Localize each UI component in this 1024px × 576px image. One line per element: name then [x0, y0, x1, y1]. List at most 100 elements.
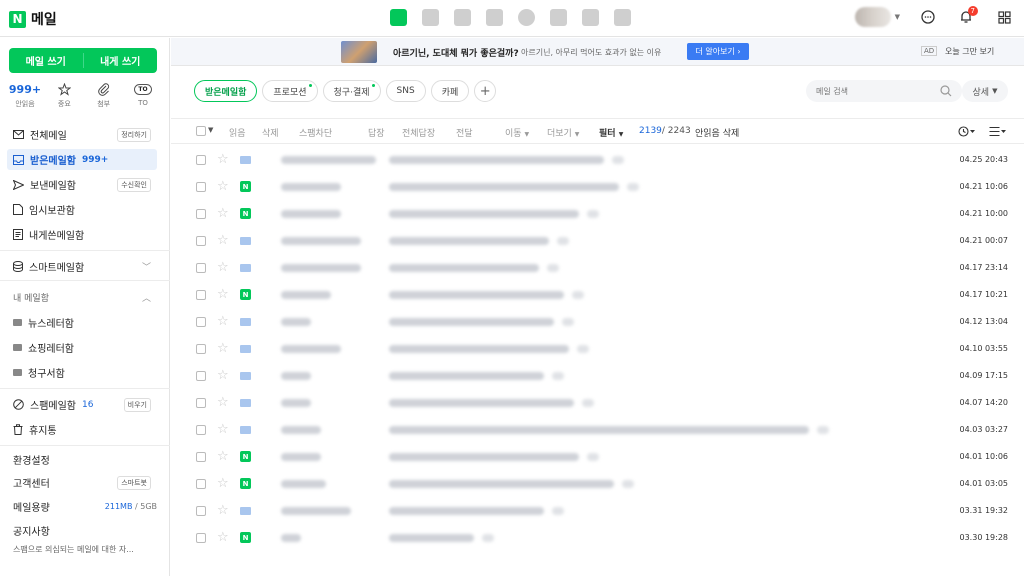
ad-learn-more-button[interactable]: 더 알아보기 › — [687, 43, 749, 60]
sender-redacted[interactable] — [281, 398, 311, 407]
mail-row[interactable]: ☆ 04.07 14:20 — [171, 389, 1024, 416]
star-icon[interactable]: ☆ — [217, 395, 229, 410]
office-app-icon[interactable] — [582, 9, 599, 26]
row-checkbox[interactable] — [196, 181, 206, 192]
star-icon[interactable]: ☆ — [217, 449, 229, 464]
subject-redacted[interactable] — [389, 290, 564, 299]
subject-redacted[interactable] — [389, 344, 569, 353]
row-checkbox[interactable] — [196, 478, 206, 489]
sidebar-item-all-mail[interactable]: 전체메일 정리하기 — [7, 124, 157, 145]
sidebar-item-trash[interactable]: 휴지통 — [7, 419, 157, 440]
sidebar-item-notice[interactable]: 공지사항 — [7, 520, 157, 541]
quick-important[interactable]: 중요 — [48, 83, 80, 109]
subject-redacted[interactable] — [389, 317, 554, 326]
sender-redacted[interactable] — [281, 371, 311, 380]
tab-promotion[interactable]: 프로모션 — [262, 80, 318, 102]
ad-title[interactable]: 아르기닌, 도대체 뭐가 좋은걸까? — [393, 46, 519, 59]
sidebar-item-billing[interactable]: 청구서함 — [7, 362, 157, 383]
compose-button[interactable]: 메일 쓰기 — [9, 48, 83, 73]
ad-dismiss-today-button[interactable]: 오늘 그만 보기 — [945, 46, 994, 57]
subject-redacted[interactable] — [389, 506, 544, 515]
star-icon[interactable]: ☆ — [217, 503, 229, 518]
star-icon[interactable]: ☆ — [217, 233, 229, 248]
sidebar-item-sent[interactable]: 보낸메일함 수신확인 — [7, 174, 157, 195]
sender-redacted[interactable] — [281, 506, 351, 515]
sidebar-item-self-sent[interactable]: 내게쓴메일함 — [7, 224, 157, 245]
mail-row[interactable]: ☆ 04.12 13:04 — [171, 308, 1024, 335]
subject-redacted[interactable] — [389, 479, 614, 488]
select-all-checkbox[interactable] — [196, 126, 206, 136]
ad-description[interactable]: 아르기닌, 아무리 먹어도 효과가 없는 이유 — [521, 47, 661, 58]
mail-row[interactable]: ☆ N 03.30 19:28 — [171, 524, 1024, 551]
sender-redacted[interactable] — [281, 425, 321, 434]
mail-row[interactable]: ☆ 04.25 20:43 — [171, 146, 1024, 173]
star-icon[interactable]: ☆ — [217, 179, 229, 194]
add-tab-button[interactable]: + — [474, 80, 497, 102]
star-icon[interactable]: ☆ — [217, 476, 229, 491]
sender-redacted[interactable] — [281, 263, 361, 272]
row-checkbox[interactable] — [196, 235, 206, 246]
spam-block-button[interactable]: 스팸차단 — [299, 126, 332, 139]
bookmark-app-icon[interactable] — [614, 9, 631, 26]
star-icon[interactable]: ☆ — [217, 152, 229, 167]
sender-redacted[interactable] — [281, 452, 321, 461]
sender-redacted[interactable] — [281, 290, 331, 299]
detail-search-button[interactable]: 상세 ▼ — [962, 80, 1008, 102]
sender-redacted[interactable] — [281, 182, 341, 191]
mail-row[interactable]: ☆ N 04.21 10:06 — [171, 173, 1024, 200]
sidebar-item-settings[interactable]: 환경설정 — [7, 449, 157, 470]
mail-row[interactable]: ☆ 04.21 00:07 — [171, 227, 1024, 254]
sidebar-item-newsletter[interactable]: 뉴스레터함 — [7, 312, 157, 333]
reply-all-button[interactable]: 전체답장 — [402, 126, 435, 139]
clock-sort-icon[interactable] — [958, 126, 976, 137]
search-input[interactable] — [816, 86, 926, 96]
sender-redacted[interactable] — [281, 155, 376, 164]
subject-redacted[interactable] — [389, 236, 549, 245]
row-checkbox[interactable] — [196, 370, 206, 381]
write-to-self-button[interactable]: 내게 쓰기 — [84, 48, 158, 73]
row-checkbox[interactable] — [196, 262, 206, 273]
forward-button[interactable]: 전달 — [456, 126, 473, 139]
row-checkbox[interactable] — [196, 154, 206, 165]
tab-sns[interactable]: SNS — [385, 80, 426, 102]
more-button[interactable]: 더보기 ▼ — [547, 126, 579, 139]
star-icon[interactable]: ☆ — [217, 314, 229, 329]
star-icon[interactable]: ☆ — [217, 368, 229, 383]
organize-button[interactable]: 정리하기 — [117, 127, 151, 142]
subject-redacted[interactable] — [389, 533, 474, 542]
row-checkbox[interactable] — [196, 208, 206, 219]
sidebar-item-smart[interactable]: 스마트메일함 ﹀ — [7, 256, 157, 277]
sender-redacted[interactable] — [281, 209, 341, 218]
contacts-app-icon[interactable] — [486, 9, 503, 26]
naver-mail-logo[interactable]: N 메일 — [9, 9, 57, 29]
chevron-up-icon[interactable]: ︿ — [142, 291, 151, 304]
tab-inbox[interactable]: 받은메일함 — [194, 80, 258, 102]
mail-app-icon[interactable] — [390, 9, 407, 26]
subject-redacted[interactable] — [389, 263, 539, 272]
sidebar-item-support[interactable]: 고객센터 스마트봇 — [7, 472, 157, 493]
sender-redacted[interactable] — [281, 344, 341, 353]
row-checkbox[interactable] — [196, 424, 206, 435]
notice-preview[interactable]: 스팸으로 의심되는 메일에 대한 자... — [13, 544, 158, 555]
subject-redacted[interactable] — [389, 155, 604, 164]
mail-row[interactable]: ☆ 04.09 17:15 — [171, 362, 1024, 389]
mail-row[interactable]: ☆ N 04.01 10:06 — [171, 443, 1024, 470]
smartbot-button[interactable]: 스마트봇 — [117, 475, 151, 490]
notification-button[interactable]: 7 — [956, 6, 978, 27]
reply-button[interactable]: 답장 — [368, 126, 385, 139]
subject-redacted[interactable] — [389, 425, 809, 434]
sender-redacted[interactable] — [281, 533, 301, 542]
ad-thumbnail[interactable] — [341, 41, 377, 63]
delete-button[interactable]: 삭제 — [262, 126, 279, 139]
memo-app-icon[interactable] — [454, 9, 471, 26]
my-mailbox-header[interactable]: 내 메일함 ︿ — [7, 287, 157, 308]
subject-redacted[interactable] — [389, 209, 579, 218]
quick-to-me[interactable]: TO TO — [127, 83, 159, 109]
mail-row[interactable]: ☆ 04.17 23:14 — [171, 254, 1024, 281]
subject-redacted[interactable] — [389, 371, 544, 380]
sidebar-item-inbox[interactable]: 받은메일함 999+ — [7, 149, 157, 170]
sender-redacted[interactable] — [281, 317, 311, 326]
star-icon[interactable]: ☆ — [217, 260, 229, 275]
mail-row[interactable]: ☆ 04.03 03:27 — [171, 416, 1024, 443]
list-view-icon[interactable] — [989, 126, 1007, 137]
